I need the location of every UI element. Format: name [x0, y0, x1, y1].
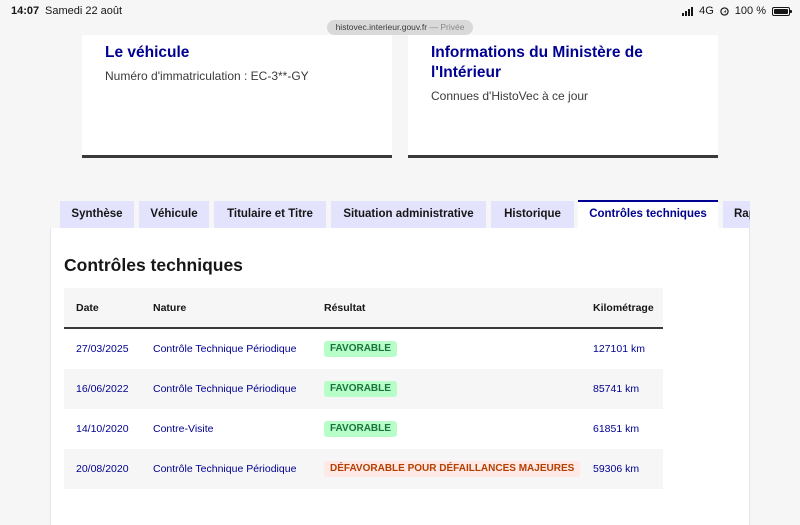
tab-rapport[interactable]: Rapport [723, 201, 750, 228]
header-mileage: Kilométrage [593, 302, 654, 314]
network-type: 4G [699, 5, 714, 17]
row-date: 14/10/2020 [76, 423, 129, 435]
signal-bars-icon [682, 6, 694, 16]
url-separator: — [429, 22, 438, 32]
header-result: Résultat [324, 302, 366, 314]
row-date: 16/06/2022 [76, 383, 129, 395]
ministry-card: Informations du Ministère de l'Intérieur… [408, 35, 718, 158]
row-nature: Contrôle Technique Périodique [153, 463, 297, 475]
row-nature: Contrôle Technique Périodique [153, 383, 297, 395]
row-date: 27/03/2025 [76, 343, 129, 355]
table-row: 27/03/2025 Contrôle Technique Périodique… [64, 329, 663, 369]
vehicle-card: Le véhicule Numéro d'immatriculation : E… [82, 35, 392, 158]
row-nature: Contrôle Technique Périodique [153, 343, 297, 355]
result-badge: FAVORABLE [324, 381, 397, 397]
battery-percent: 100 % [734, 5, 766, 17]
result-badge: FAVORABLE [324, 341, 397, 357]
row-date: 20/08/2020 [76, 463, 129, 475]
ios-status-bar: 14:07 Samedi 22 août 4G 100 % [0, 0, 800, 22]
row-mileage: 59306 km [593, 463, 640, 475]
private-mode-label: Privée [440, 22, 465, 32]
row-mileage: 127101 km [593, 343, 645, 355]
status-date: Samedi 22 août [45, 5, 123, 17]
header-date: Date [76, 302, 99, 314]
tab-synthese[interactable]: Synthèse [60, 201, 134, 228]
row-mileage: 61851 km [593, 423, 640, 435]
table-row: 20/08/2020 Contrôle Technique Périodique… [64, 449, 663, 489]
status-time: 14:07 [11, 5, 40, 17]
registration-number: Numéro d'immatriculation : EC-3**-GY [105, 69, 309, 83]
ministry-card-subtitle: Connues d'HistoVec à ce jour [431, 89, 589, 103]
tab-list: Synthèse Véhicule Titulaire et Titre Sit… [60, 200, 750, 228]
row-mileage: 85741 km [593, 383, 640, 395]
battery-icon [772, 6, 792, 16]
result-badge: DÉFAVORABLE POUR DÉFAILLANCES MAJEURES [324, 461, 581, 477]
status-indicators: 4G 100 % [682, 5, 792, 17]
table-row: 14/10/2020 Contre-Visite FAVORABLE 61851… [64, 409, 663, 449]
url-bar[interactable]: histovec.interieur.gouv.fr — Privée [327, 20, 473, 35]
section-title: Contrôles techniques [64, 255, 243, 275]
tab-historique[interactable]: Historique [491, 201, 574, 228]
table-row: 16/06/2022 Contrôle Technique Périodique… [64, 369, 663, 409]
tab-titulaire-et-titre[interactable]: Titulaire et Titre [214, 201, 326, 228]
technical-inspections-table: Date Nature Résultat Kilométrage 27/03/2… [64, 288, 663, 489]
tab-panel: Contrôles techniques Date Nature Résulta… [50, 228, 750, 525]
result-badge: FAVORABLE [324, 421, 397, 437]
url-domain: histovec.interieur.gouv.fr [335, 22, 428, 32]
vehicle-card-title: Le véhicule [105, 44, 190, 61]
tab-controles-techniques[interactable]: Contrôles techniques [578, 200, 718, 228]
row-nature: Contre-Visite [153, 423, 214, 435]
location-icon [720, 6, 729, 16]
tab-situation-administrative[interactable]: Situation administrative [331, 201, 486, 228]
ministry-card-title: Informations du Ministère de l'Intérieur [431, 44, 643, 81]
table-header: Date Nature Résultat Kilométrage [64, 288, 663, 329]
header-nature: Nature [153, 302, 187, 314]
tab-vehicule[interactable]: Véhicule [139, 201, 209, 228]
